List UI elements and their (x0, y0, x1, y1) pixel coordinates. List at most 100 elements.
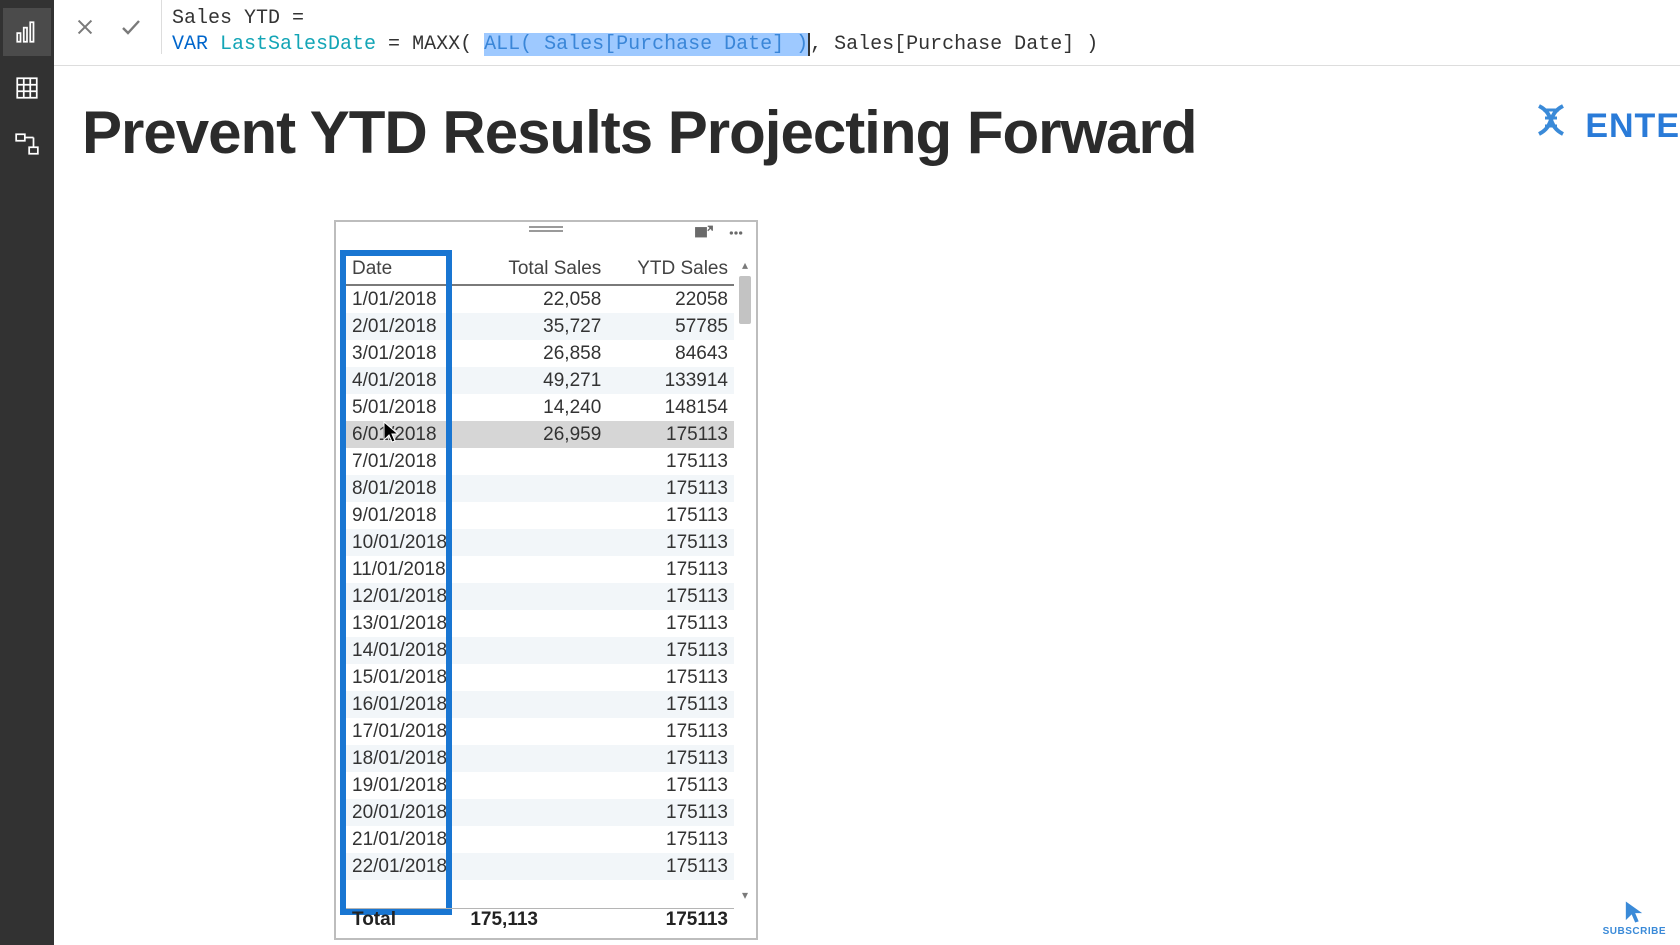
table-row[interactable]: 9/01/2018175113 (346, 502, 734, 529)
cell-ytd: 175113 (607, 664, 734, 691)
table-row[interactable]: 17/01/2018175113 (346, 718, 734, 745)
table-row[interactable]: 12/01/2018 175113 (346, 583, 734, 610)
report-view-button[interactable] (3, 8, 51, 56)
visual-header (336, 218, 756, 248)
focus-mode-button[interactable] (690, 220, 718, 246)
cell-ytd: 175113 (607, 691, 734, 718)
table-row[interactable]: 4/01/201849,271133914 (346, 367, 734, 394)
cell-total (478, 556, 607, 583)
table-row[interactable]: 16/01/2018 175113 (346, 691, 734, 718)
cell-ytd: 57785 (607, 313, 734, 340)
cell-total (478, 448, 607, 475)
cell-total: 22,058 (478, 285, 607, 313)
total-ytd-sales: 175113 (544, 909, 734, 932)
table-row[interactable]: 11/01/2018 175113 (346, 556, 734, 583)
cell-date: 8/01/2018 (346, 475, 478, 502)
brand-logo: ENTE (1527, 102, 1680, 150)
formula-bar: Sales YTD = VAR LastSalesDate = MAXX( AL… (54, 0, 1680, 66)
dax-selected-text: ALL( Sales[Purchase Date] ) (484, 33, 808, 56)
cell-ytd: 175113 (607, 475, 734, 502)
table-row[interactable]: 13/01/2018175113 (346, 610, 734, 637)
table-row[interactable]: 20/01/2018175113 (346, 799, 734, 826)
cell-ytd: 22058 (607, 285, 734, 313)
cell-total (478, 826, 607, 853)
cancel-formula-button[interactable] (71, 13, 99, 41)
table-row[interactable]: 14/01/2018 175113 (346, 637, 734, 664)
table-row[interactable]: 7/01/2018 175113 (346, 448, 734, 475)
table-row[interactable]: 21/01/2018175113 (346, 826, 734, 853)
cell-date: 16/01/2018 (346, 691, 478, 718)
cell-date: 17/01/2018 (346, 718, 478, 745)
total-total-sales: 175,113 (448, 909, 544, 932)
cell-date: 5/01/2018 (346, 394, 478, 421)
cell-total (478, 745, 607, 772)
table-visual[interactable]: Date Total Sales YTD Sales 1/01/201822,0… (334, 220, 758, 940)
col-header-total-sales[interactable]: Total Sales (478, 254, 607, 285)
cell-date: 11/01/2018 (346, 556, 478, 583)
cell-total (478, 529, 607, 556)
cell-total (478, 772, 607, 799)
cell-total (478, 718, 607, 745)
cell-ytd: 175113 (607, 853, 734, 880)
table-row[interactable]: 15/01/2018 175113 (346, 664, 734, 691)
cell-date: 7/01/2018 (346, 448, 478, 475)
table-row[interactable]: 3/01/201826,85884643 (346, 340, 734, 367)
scroll-thumb[interactable] (739, 276, 751, 324)
table-total-row: Total 175,113 175113 (346, 908, 734, 932)
cell-ytd: 175113 (607, 799, 734, 826)
table-row[interactable]: 2/01/201835,72757785 (346, 313, 734, 340)
table-row[interactable]: 1/01/201822,05822058 (346, 285, 734, 313)
table-row[interactable]: 22/01/2018175113 (346, 853, 734, 880)
cell-ytd: 175113 (607, 502, 734, 529)
cell-total (478, 583, 607, 610)
cell-date: 12/01/2018 (346, 583, 478, 610)
cell-date: 14/01/2018 (346, 637, 478, 664)
formula-editor[interactable]: Sales YTD = VAR LastSalesDate = MAXX( AL… (162, 0, 1680, 58)
scroll-up-arrow[interactable]: ▴ (738, 258, 752, 272)
col-header-ytd-sales[interactable]: YTD Sales (607, 254, 734, 285)
dax-arg: Sales[Purchase Date] ) (834, 33, 1098, 56)
table-row[interactable]: 18/01/2018 175113 (346, 745, 734, 772)
cell-ytd: 175113 (607, 772, 734, 799)
table-row[interactable]: 5/01/201814,240148154 (346, 394, 734, 421)
table-row[interactable]: 6/01/201826,959175113 (346, 421, 734, 448)
cell-ytd: 175113 (607, 529, 734, 556)
cell-total (478, 610, 607, 637)
table-row[interactable]: 8/01/2018 175113 (346, 475, 734, 502)
model-view-button[interactable] (3, 120, 51, 168)
dax-fn-maxx: MAXX( (412, 33, 484, 56)
scroll-down-arrow[interactable]: ▾ (738, 888, 752, 902)
table-row[interactable]: 10/01/2018175113 (346, 529, 734, 556)
table-scroll-area[interactable]: Date Total Sales YTD Sales 1/01/201822,0… (346, 254, 734, 908)
more-options-button[interactable] (722, 220, 750, 246)
cell-ytd: 175113 (607, 826, 734, 853)
cell-date: 15/01/2018 (346, 664, 478, 691)
cell-ytd: 175113 (607, 583, 734, 610)
cell-ytd: 175113 (607, 637, 734, 664)
cell-ytd: 175113 (607, 448, 734, 475)
col-header-date[interactable]: Date (346, 254, 478, 285)
table-row[interactable]: 19/01/2018175113 (346, 772, 734, 799)
cell-total: 49,271 (478, 367, 607, 394)
cell-date: 2/01/2018 (346, 313, 478, 340)
cell-total (478, 799, 607, 826)
vertical-scrollbar[interactable]: ▴ ▾ (738, 258, 752, 902)
cell-total: 26,858 (478, 340, 607, 367)
cell-date: 1/01/2018 (346, 285, 478, 313)
cell-ytd: 175113 (607, 556, 734, 583)
cell-ytd: 175113 (607, 745, 734, 772)
commit-formula-button[interactable] (117, 13, 145, 41)
cursor-click-icon (1620, 898, 1648, 926)
cell-date: 18/01/2018 (346, 745, 478, 772)
brand-text: ENTE (1585, 107, 1680, 146)
measure-name: Sales YTD (172, 7, 280, 30)
cell-total (478, 475, 607, 502)
cell-ytd: 148154 (607, 394, 734, 421)
view-switcher-rail (0, 0, 54, 945)
subscribe-badge[interactable]: SUBSCRIBE (1603, 898, 1666, 937)
cell-total (478, 664, 607, 691)
dax-variable-name: LastSalesDate (220, 33, 376, 56)
cell-total: 35,727 (478, 313, 607, 340)
report-canvas[interactable]: Prevent YTD Results Projecting Forward E… (54, 66, 1680, 945)
data-view-button[interactable] (3, 64, 51, 112)
